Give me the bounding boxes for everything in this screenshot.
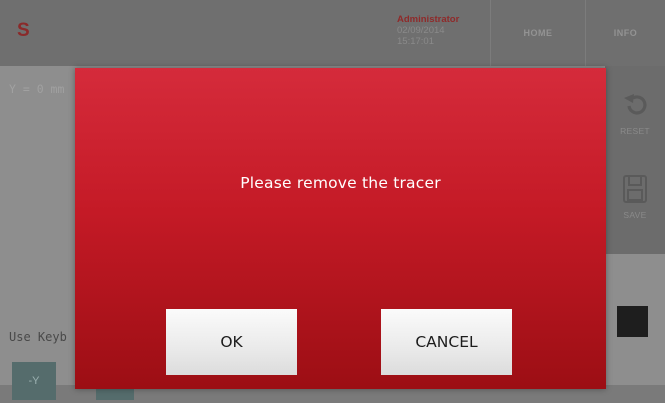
ok-button[interactable]: OK (166, 309, 297, 375)
reset-icon (624, 94, 647, 115)
save-label: SAVE (623, 210, 647, 220)
app-logo: S (17, 20, 30, 41)
user-name: Administrator (397, 14, 460, 25)
alert-dialog: Please remove the tracer OK CANCEL (75, 68, 606, 389)
save-button[interactable]: SAVE (605, 174, 665, 220)
minus-y-button[interactable]: -Y (12, 362, 56, 400)
cancel-button[interactable]: CANCEL (381, 309, 512, 375)
reset-button[interactable]: RESET (605, 92, 665, 136)
reset-label: RESET (620, 126, 650, 136)
home-button[interactable]: HOME (491, 0, 585, 66)
current-time: 15:17:01 (397, 36, 434, 47)
info-button[interactable]: INFO (586, 0, 665, 66)
user-info: Administrator 02/09/2014 15:17:01 (397, 14, 487, 47)
coordinate-readout: Y = 0 mm (9, 82, 65, 96)
current-date: 02/09/2014 (397, 25, 445, 36)
dialog-message: Please remove the tracer (240, 174, 441, 192)
keyboard-hint: Use Keyb (9, 330, 67, 344)
stop-button[interactable] (617, 306, 648, 337)
save-icon (623, 175, 647, 203)
